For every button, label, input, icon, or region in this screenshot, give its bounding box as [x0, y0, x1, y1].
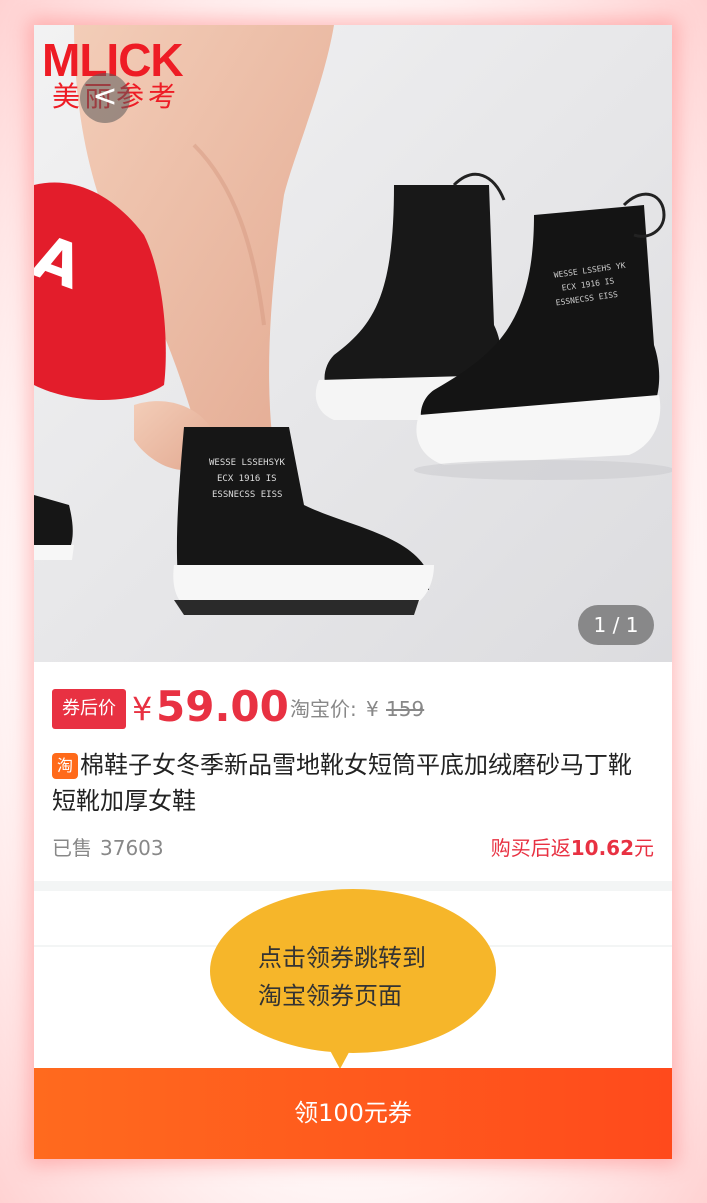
sold-label: 已售 [52, 836, 92, 860]
taobao-currency-symbol: ¥ [366, 697, 379, 721]
coupon-price-badge: 券后价 [52, 689, 126, 729]
product-title: 淘棉鞋子女冬季新品雪地靴女短筒平底加绒磨砂马丁靴短靴加厚女鞋 [52, 747, 652, 819]
product-image-carousel[interactable]: A WESSE LSSEHSYK ECX 1916 IS ESSNECSS EI… [34, 25, 672, 662]
get-coupon-button[interactable]: 领100元券 [34, 1068, 672, 1159]
boot-print-line: ECX 1916 IS [217, 474, 277, 484]
tooltip-line: 点击领券跳转到 [258, 944, 426, 972]
product-photo: A WESSE LSSEHSYK ECX 1916 IS ESSNECSS EI… [34, 25, 672, 662]
rebate-amount: 10.62 [570, 836, 634, 860]
rebate-info: 购买后返10.62元 [491, 833, 654, 863]
chevron-left-icon: < [92, 79, 118, 114]
price-row: 券后价 ¥ 59.00 淘宝价: ¥ 159 [52, 683, 662, 733]
rebate-prefix: 购买后返 [490, 836, 571, 860]
boot-print-line: ESSNECSS EISS [212, 490, 282, 500]
boot-print-line: WESSE LSSEHSYK [209, 458, 285, 468]
taobao-original-price: 159 [386, 697, 425, 721]
rebate-unit: 元 [634, 836, 654, 860]
currency-symbol: ¥ [132, 690, 153, 728]
sold-count: 37603 [100, 836, 164, 860]
product-card: A WESSE LSSEHSYK ECX 1916 IS ESSNECSS EI… [34, 25, 672, 1159]
product-title-text: 棉鞋子女冬季新品雪地靴女短筒平底加绒磨砂马丁靴短靴加厚女鞋 [52, 751, 632, 815]
tooltip-line: 淘宝领券页面 [258, 982, 402, 1010]
taobao-icon: 淘 [52, 753, 78, 779]
taobao-price-label: 淘宝价: [290, 697, 357, 721]
image-counter: 1 / 1 [578, 605, 654, 645]
back-button[interactable]: < [80, 73, 130, 123]
tooltip-tail [326, 1043, 354, 1069]
coupon-price: 59.00 [156, 682, 289, 731]
tooltip-text: 点击领券跳转到 淘宝领券页面 [258, 939, 478, 1015]
